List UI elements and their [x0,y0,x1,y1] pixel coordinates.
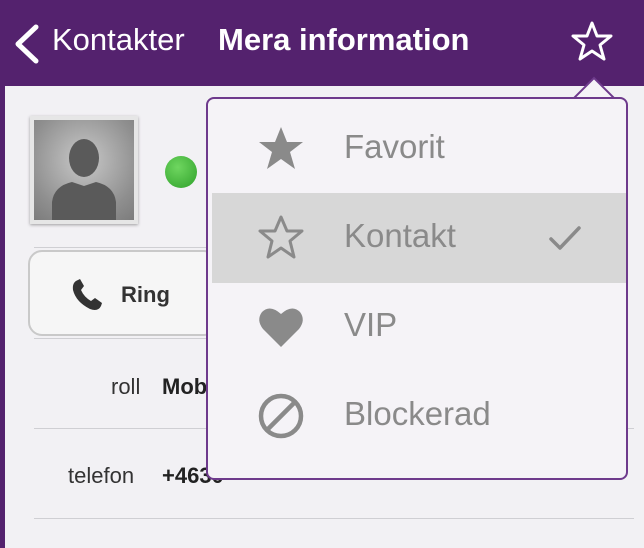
menu-item-favorit[interactable]: Favorit [212,104,626,194]
navigation-bar: Kontakter Mera information [0,0,644,86]
heart-icon [259,308,303,347]
menu-item-kontakt[interactable]: Kontakt [212,193,626,283]
star-outline-icon[interactable] [570,20,614,62]
row-label: telefon [68,463,135,488]
menu-item-label: VIP [344,306,398,343]
block-icon [258,393,304,439]
page-title: Mera information [218,22,470,57]
ring-label: Ring [121,282,170,307]
phone-icon [72,279,102,310]
online-status-indicator [165,156,197,188]
checkmark-icon [549,226,581,250]
person-silhouette-icon [52,139,116,220]
divider [34,518,634,519]
star-outline-icon [258,215,304,259]
row-value: Mob [162,374,208,399]
ring-button[interactable]: Ring [28,250,218,336]
contact-type-menu: Favorit Kontakt VIP Blockerad [206,97,628,480]
menu-item-label: Kontakt [344,217,456,254]
avatar-placeholder [34,120,134,220]
chevron-left-icon [15,24,39,64]
menu-item-label: Favorit [344,128,445,165]
avatar[interactable] [30,116,138,224]
menu-item-blockerad[interactable]: Blockerad [212,371,626,461]
menu-item-vip[interactable]: VIP [212,282,626,372]
back-label[interactable]: Kontakter [52,22,185,58]
divider [34,247,234,248]
star-filled-icon [259,127,303,169]
divider [34,338,234,339]
menu-item-label: Blockerad [344,395,491,432]
row-label: roll [111,374,141,399]
left-edge [0,86,5,548]
